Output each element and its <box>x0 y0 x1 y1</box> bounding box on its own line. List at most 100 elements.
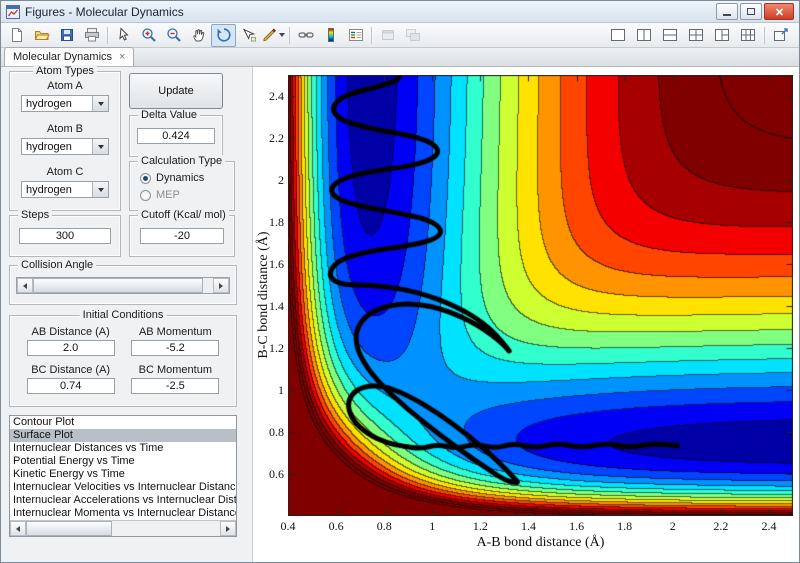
steps-field[interactable] <box>19 228 111 244</box>
slider-left-arrow[interactable] <box>17 278 33 293</box>
plot-type-listbox[interactable]: Contour Plot Surface Plot Internuclear Dis… <box>9 415 237 537</box>
calculation-type-title: Calculation Type <box>138 155 226 167</box>
y-tick-label: 2.2 <box>269 131 284 145</box>
plot-type-list-item[interactable]: Surface Plot <box>10 429 236 442</box>
toolbar-separator <box>764 26 765 44</box>
atom-a-dropdown[interactable]: hydrogen <box>21 95 109 112</box>
bc-distance-field[interactable] <box>26 378 115 394</box>
slider-thumb[interactable] <box>33 278 203 293</box>
right-arrow-icon <box>219 282 223 289</box>
tab-molecular-dynamics[interactable]: Molecular Dynamics × <box>4 47 135 66</box>
atom-b-value: hydrogen <box>26 140 72 153</box>
x-tick-label: 1.2 <box>472 519 488 533</box>
edit-plot-icon <box>118 27 129 41</box>
atom-c-value: hydrogen <box>26 183 72 196</box>
plot-type-list-item[interactable]: Internuclear Velocities vs Internuclear … <box>10 481 236 494</box>
listbox-hscrollbar[interactable] <box>10 520 236 536</box>
link-plots-icon <box>297 32 314 38</box>
tile-4-button[interactable] <box>683 24 709 47</box>
figure-app-icon <box>6 4 20 19</box>
contour-plot-canvas[interactable] <box>288 75 793 516</box>
close-button[interactable] <box>764 3 794 20</box>
hscroll-right-arrow[interactable] <box>220 521 236 536</box>
plot-type-list-item[interactable]: Internuclear Distances vs Time <box>10 442 236 455</box>
save-figure-button[interactable] <box>54 24 79 47</box>
link-plots-button[interactable] <box>293 24 318 47</box>
initial-conditions-panel: Initial Conditions AB Distance (A) AB Mo… <box>9 309 237 407</box>
delta-value-field[interactable] <box>137 128 215 144</box>
tile-2-horizontal-button[interactable] <box>657 24 683 47</box>
calculation-type-panel: Calculation Type Dynamics MEP <box>129 155 235 211</box>
tile-grid-icon <box>741 29 755 41</box>
insert-legend-button[interactable] <box>343 24 368 47</box>
insert-colorbar-icon <box>327 28 334 42</box>
plot-type-list-item[interactable]: Internuclear Momenta vs Internuclear Dis… <box>10 507 236 520</box>
hscroll-track[interactable] <box>112 521 220 536</box>
title-bar[interactable]: Figures - Molecular Dynamics <box>1 1 799 23</box>
window-title: Figures - Molecular Dynamics <box>25 4 184 19</box>
atom-a-label: Atom A <box>47 80 83 92</box>
atom-b-dropdown-arrow-icon[interactable] <box>92 139 108 154</box>
dock-window-button[interactable] <box>400 24 425 47</box>
close-icon <box>775 7 783 16</box>
figure-content: Atom Types Atom A hydrogen Atom B hydrog… <box>1 65 799 562</box>
ab-momentum-field[interactable] <box>131 340 220 356</box>
toolbar-separator <box>289 26 290 44</box>
tile-2-vertical-button[interactable] <box>631 24 657 47</box>
collision-angle-slider[interactable] <box>16 277 230 294</box>
float-window-button[interactable] <box>375 24 400 47</box>
plot-type-list-item[interactable]: Contour Plot <box>10 416 236 429</box>
hscroll-left-arrow[interactable] <box>10 521 26 536</box>
radio-dynamics-dot[interactable] <box>140 172 151 184</box>
brush-dropdown-arrow-icon[interactable] <box>279 33 285 37</box>
atom-c-dropdown-arrow-icon[interactable] <box>92 182 108 197</box>
insert-colorbar-button[interactable] <box>318 24 343 47</box>
cutoff-field[interactable] <box>140 228 224 244</box>
brush-button[interactable] <box>261 24 286 47</box>
collision-angle-title: Collision Angle <box>18 259 97 271</box>
hscroll-thumb[interactable] <box>26 521 112 536</box>
tile-left-main-button[interactable] <box>709 24 735 47</box>
radio-mep[interactable]: MEP <box>140 189 234 201</box>
update-button[interactable]: Update <box>129 73 223 109</box>
tab-close-icon[interactable]: × <box>119 52 125 63</box>
brush-icon <box>263 28 276 42</box>
ab-distance-label: AB Distance (A) <box>31 326 110 338</box>
bc-momentum-label: BC Momentum <box>138 364 212 376</box>
edit-plot-button[interactable] <box>111 24 136 47</box>
radio-mep-dot[interactable] <box>140 189 151 201</box>
bc-momentum-field[interactable] <box>131 378 220 394</box>
zoom-out-button[interactable] <box>161 24 186 47</box>
atom-c-dropdown[interactable]: hydrogen <box>21 181 109 198</box>
undock-figure-button[interactable] <box>768 24 794 47</box>
new-figure-button[interactable] <box>4 24 29 47</box>
x-tick-label: 0.6 <box>328 519 344 533</box>
plot-type-list-item[interactable]: Potential Energy vs Time <box>10 455 236 468</box>
restore-button[interactable] <box>740 3 762 20</box>
atom-b-dropdown[interactable]: hydrogen <box>21 138 109 155</box>
zoom-in-button[interactable] <box>136 24 161 47</box>
y-tick-label: 2 <box>278 173 284 187</box>
slider-right-arrow[interactable] <box>213 278 229 293</box>
atom-a-dropdown-arrow-icon[interactable] <box>92 96 108 111</box>
x-tick-label: 2.2 <box>713 519 729 533</box>
radio-dynamics[interactable]: Dynamics <box>140 172 234 184</box>
y-tick-label: 1 <box>278 383 284 397</box>
tile-single-button[interactable] <box>605 24 631 47</box>
data-cursor-button[interactable] <box>236 24 261 47</box>
radio-mep-label: MEP <box>156 189 180 201</box>
ab-distance-field[interactable] <box>26 340 115 356</box>
tile-single-icon <box>611 29 625 41</box>
tile-grid-button[interactable] <box>735 24 761 47</box>
rotate-3d-button[interactable] <box>211 23 236 47</box>
open-file-button[interactable] <box>29 24 54 47</box>
rotate-3d-icon <box>216 28 231 42</box>
pan-button[interactable] <box>186 24 211 47</box>
minimize-button[interactable] <box>716 3 738 20</box>
plot-type-list-item[interactable]: Kinetic Energy vs Time <box>10 468 236 481</box>
plot-type-list-item[interactable]: Internuclear Accelerations vs Internucle… <box>10 494 236 507</box>
x-axis-label: A-B bond distance (Å) <box>476 535 605 550</box>
slider-track[interactable] <box>203 278 213 293</box>
x-tick-label: 0.8 <box>376 519 392 533</box>
print-figure-button[interactable] <box>79 24 104 47</box>
